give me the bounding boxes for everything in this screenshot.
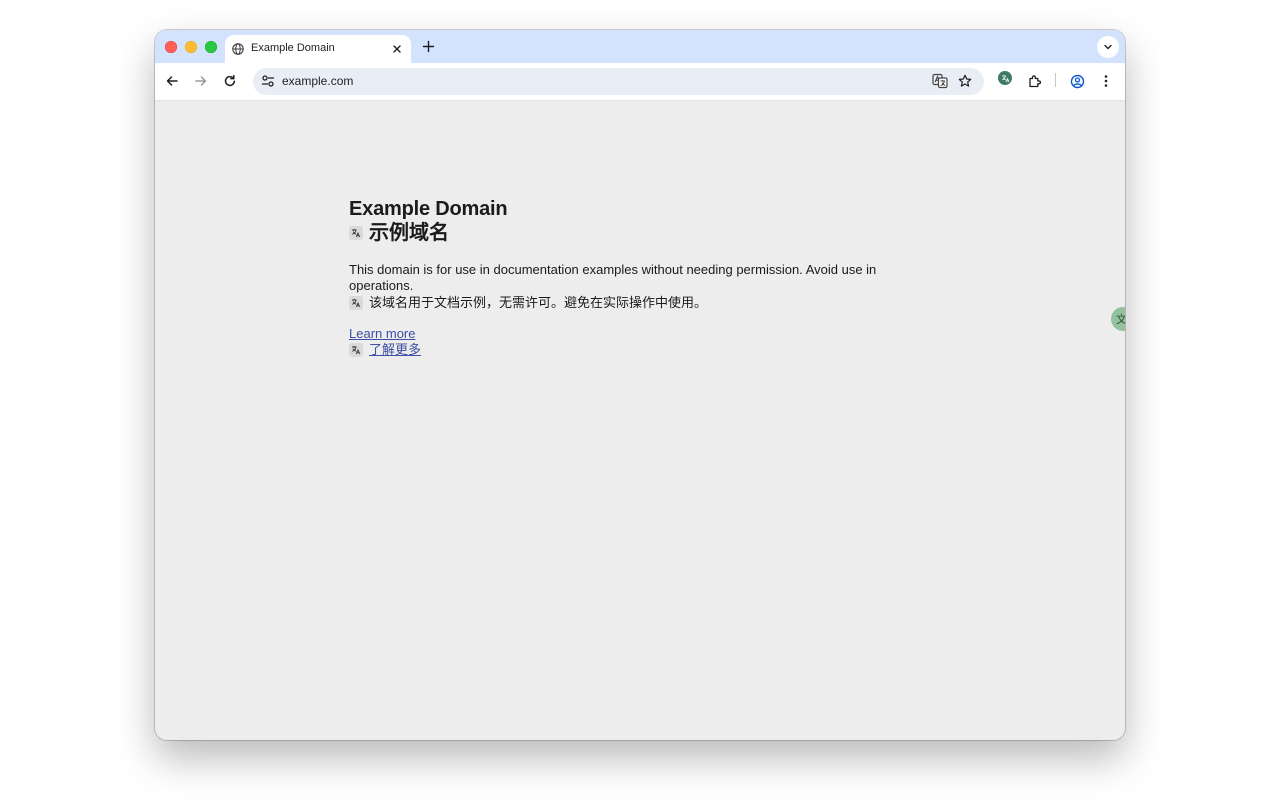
profile-button[interactable]	[1068, 72, 1086, 90]
translate-badge	[349, 226, 363, 240]
extensions-button[interactable]	[1025, 72, 1043, 90]
chevron-down-icon	[1104, 44, 1112, 50]
back-button[interactable]	[163, 72, 181, 90]
forward-button[interactable]	[192, 72, 210, 90]
close-window-button[interactable]	[165, 41, 177, 53]
forward-icon	[195, 76, 207, 86]
link-translation: 了解更多	[349, 342, 909, 358]
page-content: Example Domain 示例域名 This domain is for u…	[155, 101, 1125, 740]
translate-icon	[1001, 74, 1009, 82]
browser-window: Example Domain example.com Example Domai…	[155, 30, 1125, 740]
extensions-icon	[1028, 74, 1041, 87]
address-bar[interactable]: example.com	[253, 68, 984, 95]
plus-icon[interactable]	[422, 40, 435, 53]
tab-strip: Example Domain	[155, 30, 1125, 63]
translate-floating-button[interactable]: 文	[1111, 307, 1125, 331]
tune-icon[interactable]	[261, 74, 275, 88]
translate-icon	[352, 229, 361, 238]
translate-badge	[349, 343, 363, 357]
page-heading: Example Domain	[349, 198, 508, 220]
menu-button[interactable]	[1097, 72, 1115, 90]
tab-active[interactable]: Example Domain	[225, 35, 411, 63]
translate-badge	[349, 296, 363, 310]
tab-title: Example Domain	[251, 42, 335, 54]
translate-icon	[352, 299, 361, 308]
main-column: Example Domain 示例域名 This domain is for u…	[349, 197, 909, 358]
translate-floating-label: 文	[1116, 314, 1125, 326]
close-icon[interactable]	[391, 43, 403, 55]
reload-icon	[224, 74, 236, 87]
toolbar: example.com	[155, 63, 1125, 101]
learn-more-block: Learn more 了解更多	[349, 326, 909, 358]
menu-icon	[1104, 75, 1108, 87]
paragraph-translation: 该域名用于文档示例，无需许可。避免在实际操作中使用。	[349, 295, 909, 311]
star-icon[interactable]	[958, 74, 972, 88]
toolbar-divider	[1055, 73, 1056, 87]
back-icon	[166, 76, 178, 86]
paragraph-translation-text: 该域名用于文档示例，无需许可。避免在实际操作中使用。	[369, 295, 708, 310]
translate-extension-icon[interactable]	[998, 71, 1012, 85]
heading-translation-text: 示例域名	[369, 222, 449, 244]
learn-more-translation-link[interactable]: 了解更多	[369, 342, 421, 358]
profile-icon	[1070, 74, 1084, 88]
translate-icon[interactable]	[932, 73, 948, 89]
minimize-window-button[interactable]	[185, 41, 197, 53]
globe-icon	[232, 43, 244, 55]
heading-translation: 示例域名	[349, 221, 909, 245]
url-text[interactable]: example.com	[282, 74, 353, 88]
learn-more-link[interactable]: Learn more	[349, 326, 415, 341]
window-controls	[165, 41, 217, 53]
reload-button[interactable]	[221, 72, 239, 90]
zoom-window-button[interactable]	[205, 41, 217, 53]
translate-icon	[352, 346, 361, 355]
page-paragraph: This domain is for use in documentation …	[349, 262, 877, 293]
tab-search-button[interactable]	[1097, 36, 1119, 58]
